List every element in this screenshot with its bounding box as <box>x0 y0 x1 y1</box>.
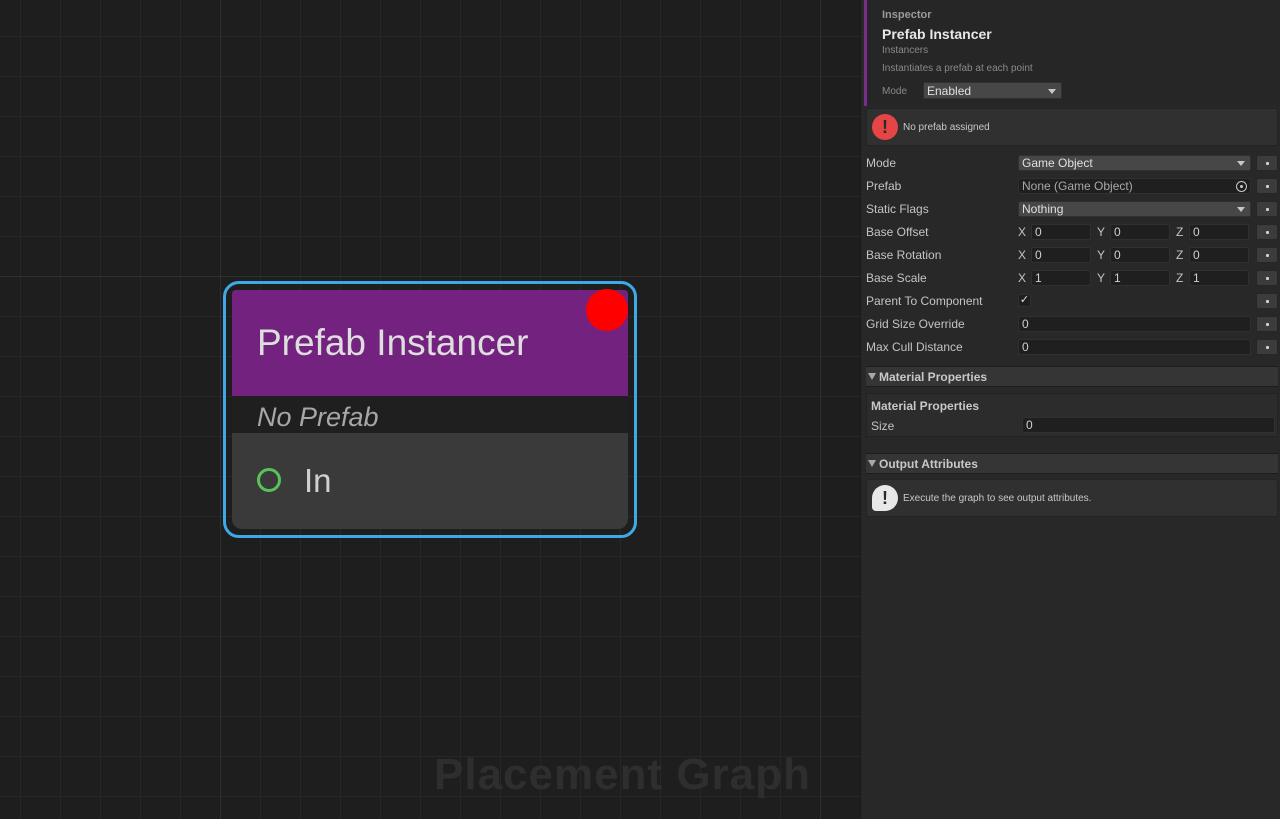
property-grid-size-override: Grid Size Override 0 <box>866 313 1278 335</box>
z-axis-label: Z <box>1176 248 1184 262</box>
property-label: Static Flags <box>866 202 929 216</box>
error-message: No prefab assigned <box>903 122 990 133</box>
node-header[interactable]: Prefab Instancer <box>232 290 628 396</box>
static-flags-dropdown[interactable]: Nothing <box>1018 201 1251 217</box>
graph-canvas[interactable]: Placement Graph Prefab Instancer No Pref… <box>0 0 860 819</box>
parent-to-component-checkbox[interactable]: ✓ <box>1018 294 1031 307</box>
property-base-rotation: Base Rotation X 0 Y 0 Z 0 <box>866 244 1278 266</box>
base-offset-z-field[interactable]: 0 <box>1189 224 1249 240</box>
foldout-label: Material Properties <box>879 370 988 384</box>
inspector-description: Instantiates a prefab at each point <box>882 63 1033 74</box>
base-offset-y-field[interactable]: 0 <box>1110 224 1170 240</box>
info-bubble-icon: ! <box>872 485 898 511</box>
inspector-title: Prefab Instancer <box>882 26 992 42</box>
info-message: Execute the graph to see output attribut… <box>903 493 1092 504</box>
override-button[interactable] <box>1256 224 1278 240</box>
property-prefab: Prefab None (Game Object) <box>866 175 1278 197</box>
mode-dropdown-value: Game Object <box>1022 156 1093 170</box>
base-scale-y-field[interactable]: 1 <box>1110 270 1170 286</box>
property-label: Base Scale <box>866 271 927 285</box>
property-label: Max Cull Distance <box>866 340 963 354</box>
inspector-category: Instancers <box>882 45 929 56</box>
mode-dropdown[interactable]: Game Object <box>1018 155 1251 171</box>
z-axis-label: Z <box>1176 225 1184 239</box>
chevron-down-icon <box>1237 161 1245 166</box>
size-label: Size <box>871 419 895 433</box>
base-rotation-y-field[interactable]: 0 <box>1110 247 1170 263</box>
property-label: Grid Size Override <box>866 317 965 331</box>
node-mode-value: Enabled <box>927 84 972 98</box>
y-axis-label: Y <box>1097 248 1106 262</box>
property-static-flags: Static Flags Nothing <box>866 198 1278 220</box>
material-properties-title: Material Properties <box>871 399 980 413</box>
output-attributes-foldout[interactable]: Output Attributes <box>866 453 1278 474</box>
static-flags-value: Nothing <box>1022 202 1064 216</box>
property-label: Mode <box>866 156 897 170</box>
foldout-arrow-icon <box>868 373 876 380</box>
base-rotation-z-field[interactable]: 0 <box>1189 247 1249 263</box>
override-button[interactable] <box>1256 293 1278 309</box>
target-icon[interactable] <box>1236 181 1247 192</box>
node-title: Prefab Instancer <box>257 322 529 363</box>
node-subtitle-bar: No Prefab <box>232 396 628 433</box>
property-label: Prefab <box>866 179 902 193</box>
graph-watermark: Placement Graph <box>434 750 811 799</box>
property-parent-to-component: Parent To Component ✓ <box>866 290 1278 312</box>
chevron-down-icon <box>1048 89 1056 94</box>
override-button[interactable] <box>1256 247 1278 263</box>
prefab-object-value: None (Game Object) <box>1022 179 1133 193</box>
input-port[interactable] <box>257 468 281 492</box>
node-error-indicator <box>586 289 628 331</box>
x-axis-label: X <box>1018 271 1027 285</box>
inspector-kind: Inspector <box>882 9 932 21</box>
override-button[interactable] <box>1256 270 1278 286</box>
node-subtitle: No Prefab <box>257 402 379 432</box>
prefab-instancer-node[interactable]: Prefab Instancer No Prefab In <box>232 290 628 529</box>
node-mode-label: Mode <box>882 86 908 97</box>
property-label: Parent To Component <box>866 294 983 308</box>
foldout-label: Output Attributes <box>879 457 978 471</box>
base-rotation-x-field[interactable]: 0 <box>1031 247 1091 263</box>
foldout-arrow-icon <box>868 460 876 467</box>
max-cull-distance-field[interactable]: 0 <box>1018 339 1251 355</box>
property-base-offset: Base Offset X 0 Y 0 Z 0 <box>866 221 1278 243</box>
material-properties-foldout[interactable]: Material Properties <box>866 366 1278 387</box>
property-label: Base Offset <box>866 225 929 239</box>
error-message-box: ! No prefab assigned <box>866 108 1278 146</box>
x-axis-label: X <box>1018 225 1027 239</box>
base-scale-x-field[interactable]: 1 <box>1031 270 1091 286</box>
error-circle-icon: ! <box>872 114 898 140</box>
override-button[interactable] <box>1256 316 1278 332</box>
override-button[interactable] <box>1256 201 1278 217</box>
info-message-box: ! Execute the graph to see output attrib… <box>866 479 1278 517</box>
prefab-object-field[interactable]: None (Game Object) <box>1018 178 1251 194</box>
z-axis-label: Z <box>1176 271 1184 285</box>
property-label: Base Rotation <box>866 248 942 262</box>
override-button[interactable] <box>1256 339 1278 355</box>
property-max-cull-distance: Max Cull Distance 0 <box>866 336 1278 358</box>
property-base-scale: Base Scale X 1 Y 1 Z 1 <box>866 267 1278 289</box>
inspector-header: Inspector Prefab Instancer Instancers In… <box>864 0 1280 106</box>
chevron-down-icon <box>1237 207 1245 212</box>
override-button[interactable] <box>1256 178 1278 194</box>
input-port-label: In <box>304 462 332 499</box>
base-scale-z-field[interactable]: 1 <box>1189 270 1249 286</box>
base-offset-x-field[interactable]: 0 <box>1031 224 1091 240</box>
x-axis-label: X <box>1018 248 1027 262</box>
property-mode: Mode Game Object <box>866 152 1278 174</box>
material-properties-box: Material Properties Size 0 <box>866 393 1278 437</box>
size-field[interactable]: 0 <box>1022 417 1275 433</box>
grid-size-override-field[interactable]: 0 <box>1018 316 1251 332</box>
override-button[interactable] <box>1256 155 1278 171</box>
y-axis-label: Y <box>1097 225 1106 239</box>
node-mode-dropdown[interactable]: Enabled <box>923 82 1062 99</box>
y-axis-label: Y <box>1097 271 1106 285</box>
